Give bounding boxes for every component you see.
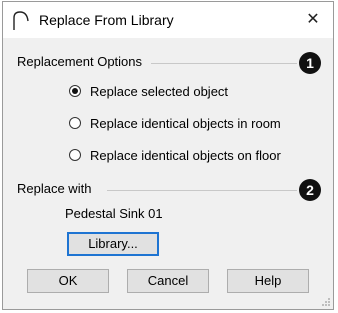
close-button[interactable]: ✕ — [293, 2, 333, 38]
title-bar: Replace From Library ✕ — [3, 2, 333, 38]
radio-button-room[interactable] — [69, 117, 81, 129]
radio-replace-selected[interactable]: Replace selected object — [69, 82, 228, 100]
callout-1: 1 — [299, 52, 321, 74]
radio-label-replace-in-room: Replace identical objects in room — [90, 115, 281, 131]
radio-button-floor[interactable] — [69, 149, 81, 161]
help-button[interactable]: Help — [227, 269, 309, 293]
radio-button-selected[interactable] — [69, 85, 81, 97]
radio-label-replace-selected: Replace selected object — [90, 83, 229, 99]
cancel-button[interactable]: Cancel — [127, 269, 209, 293]
close-icon: ✕ — [306, 11, 320, 28]
replace-from-library-dialog: Replace From Library ✕ Replacement Optio… — [2, 1, 334, 310]
library-arc-icon — [13, 11, 29, 30]
library-button[interactable]: Library... — [67, 232, 159, 256]
ok-button[interactable]: OK — [27, 269, 109, 293]
dialog-title: Replace From Library — [39, 12, 174, 28]
radio-replace-in-room[interactable]: Replace identical objects in room — [69, 114, 281, 132]
replace-with-divider — [107, 190, 297, 191]
callout-2: 2 — [299, 179, 321, 201]
replacement-options-divider — [151, 63, 297, 64]
radio-replace-on-floor[interactable]: Replace identical objects on floor — [69, 146, 281, 164]
resize-grip-icon[interactable] — [321, 297, 331, 307]
selected-item-name: Pedestal Sink 01 — [65, 206, 163, 221]
replace-with-label: Replace with — [17, 181, 92, 196]
replacement-options-label: Replacement Options — [17, 54, 143, 69]
radio-label-replace-on-floor: Replace identical objects on floor — [90, 147, 281, 163]
